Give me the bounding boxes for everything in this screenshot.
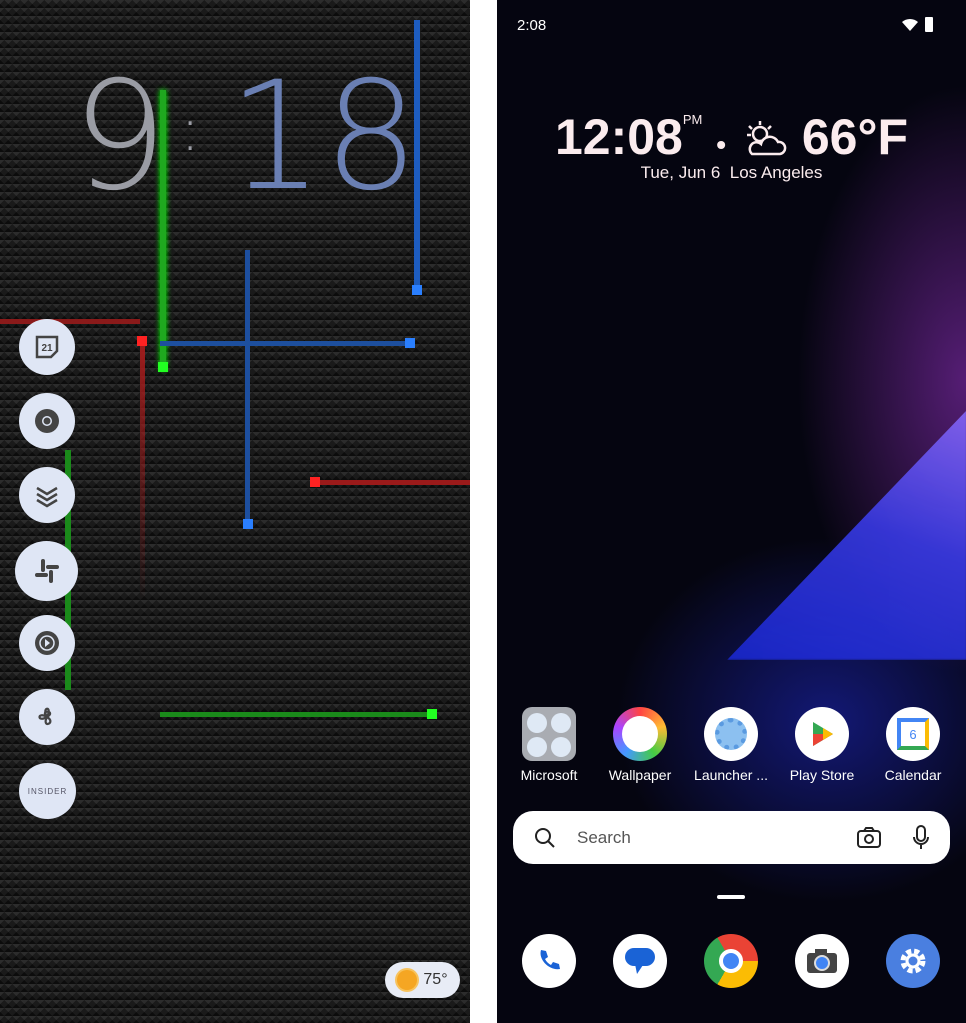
youtube-music-app-button[interactable] [19,615,75,671]
app-play-store[interactable]: Play Store [777,707,867,783]
chrome-app-button[interactable] [19,393,75,449]
app-label: Launcher ... [694,767,768,783]
pinwheel-app-button[interactable] [19,689,75,745]
app-label: Play Store [789,767,855,783]
search-placeholder: Search [577,827,631,847]
battery-icon [925,17,933,32]
clock-hour: 9 [72,50,168,224]
left-phone-screen: 9 : 18 21 INSIDER 75° [0,0,470,1023]
date-text: Tue, Jun 6 [640,163,721,182]
app-microsoft-folder[interactable]: Microsoft [504,707,594,783]
green-dot [158,362,168,372]
blue-line [245,250,250,525]
red-line [0,319,140,324]
weather-temp: 75° [423,971,448,988]
messages-icon [625,948,655,974]
todoist-app-button[interactable] [19,467,75,523]
chrome-icon [35,409,59,433]
blue-line [160,341,410,346]
play-circle-icon [35,631,59,655]
camera-lens-icon[interactable] [856,826,882,850]
wifi-icon [902,18,918,31]
camera-icon [807,949,837,973]
app-drawer-handle[interactable] [717,895,745,899]
widget-time: 12:08 [554,109,683,165]
calendar-app-button[interactable]: 21 [19,319,75,375]
clock-separator: : [180,95,201,165]
app-label: Wallpaper [608,767,672,783]
slack-app-button[interactable] [15,541,78,601]
dock-phone[interactable] [522,934,576,988]
dock-messages[interactable] [613,934,667,988]
calendar-icon: 21 [35,335,59,359]
app-label: Microsoft [520,767,578,783]
green-dot [427,709,437,719]
microphone-icon[interactable] [912,824,930,851]
layers-icon [36,486,58,508]
sun-icon [397,970,418,990]
launcher-icon [704,707,758,761]
app-calendar[interactable]: 6 Calendar [868,707,958,783]
widget-date[interactable]: Tue, Jun 6 Los Angeles [497,163,966,183]
right-phone-screen: 2:08 12:08PM • 66°F Tue, Jun 6 Los Angel… [497,0,966,1023]
status-time: 2:08 [517,17,547,34]
wallpaper-icon [613,707,667,761]
widget-dot: • [716,129,727,160]
pinwheel-icon [38,707,52,725]
blue-dot [412,285,422,295]
insider-logo: INSIDER [27,786,68,796]
partly-cloudy-icon [746,121,787,156]
green-line [160,712,430,717]
wallpaper-shape [727,410,966,660]
dock-camera[interactable] [795,934,849,988]
dock-settings[interactable] [886,934,940,988]
red-dot [137,336,147,346]
weather-chip[interactable]: 75° [385,962,460,998]
play-store-icon [795,707,849,761]
app-wallpaper[interactable]: Wallpaper [595,707,685,783]
folder-icon [522,707,576,761]
gear-icon [900,948,926,974]
insider-app-button[interactable]: INSIDER [19,763,76,819]
clock-widget[interactable]: 12:08PM • 66°F [497,108,966,166]
search-bar[interactable]: Search [513,811,950,864]
chrome-icon [719,949,743,973]
red-line [315,480,470,485]
search-icon [535,827,555,848]
widget-ampm: PM [682,112,703,127]
dock-chrome[interactable] [704,934,758,988]
phone-icon [540,950,560,970]
clock-minute: 18 [228,50,419,224]
location-text: Los Angeles [729,163,823,182]
blue-dot [243,519,253,529]
blue-dot [405,338,415,348]
red-line [140,340,145,600]
red-dot [310,477,320,487]
widget-temp: 66°F [801,109,909,165]
app-label: Calendar [884,767,942,783]
app-launcher[interactable]: Launcher ... [686,707,776,783]
slack-icon [34,559,59,583]
svg-text:21: 21 [41,343,53,354]
calendar-icon: 6 [886,707,940,761]
